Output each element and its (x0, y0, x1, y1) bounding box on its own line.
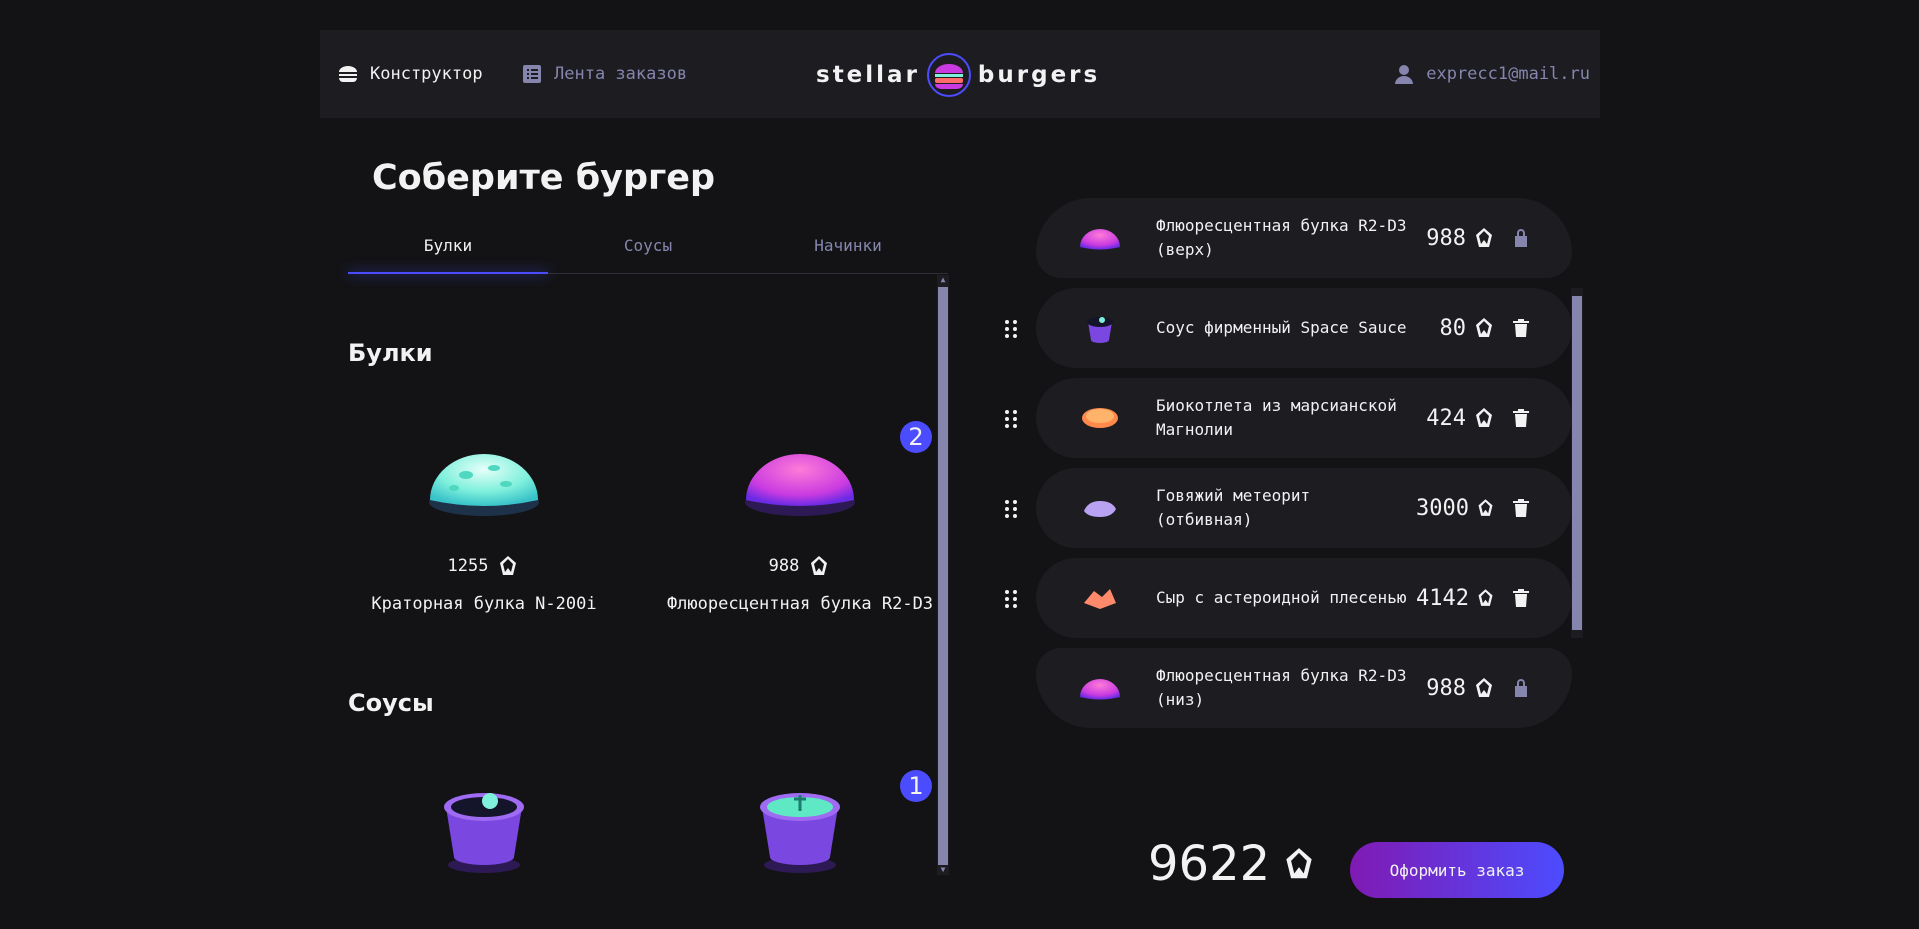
lock-icon (1496, 676, 1546, 700)
logo-text-right: burgers (977, 62, 1101, 88)
trash-icon[interactable] (1496, 316, 1546, 340)
constructor-top-bun[interactable]: Флюоресцентная булка R2-D3 (верх) 988 (1036, 198, 1572, 278)
total-price: 9622 (1148, 836, 1271, 892)
nav-order-feed[interactable]: Лента заказов (520, 30, 687, 118)
ingredients-scrollbar[interactable]: ▲ ▼ (937, 275, 949, 875)
ingredient-card[interactable] (664, 765, 936, 875)
scroll-up-icon[interactable]: ▲ (939, 276, 947, 284)
ingredient-counter: 2 (900, 421, 932, 453)
constructor-bottom-bun[interactable]: Флюоресцентная булка R2-D3 (низ) 988 (1036, 648, 1572, 728)
ingredient-thumb (1060, 673, 1140, 703)
currency-icon (1472, 406, 1496, 430)
constructor-filling-item[interactable]: Сыр с астероидной плесенью 4142 (1036, 558, 1572, 638)
burger-icon (339, 66, 357, 82)
constructor-item-name: Сыр с астероидной плесенью (1156, 588, 1407, 607)
ingredient-image (664, 765, 936, 875)
constructor-scrollbar[interactable] (1571, 288, 1583, 638)
ingredient-price: 988 (768, 556, 800, 576)
ingredient-name: Краторная булка N-200i (371, 594, 597, 614)
nav-feed-label: Лента заказов (554, 64, 688, 84)
constructor-item-price: 80 (1439, 315, 1467, 341)
logo-text-left: stellar (816, 62, 920, 88)
drag-handle-icon[interactable] (1005, 497, 1021, 521)
constructor-item-price: 3000 (1416, 495, 1469, 521)
ingredient-thumb (1060, 223, 1140, 253)
constructor-item-name: Флюоресцентная булка R2-D3 (низ) (1156, 666, 1407, 709)
ingredient-thumb (1060, 403, 1140, 433)
constructor-item-price: 424 (1426, 405, 1466, 431)
ingredient-card[interactable]: 988 Флюоресцентная булка R2-D3 (664, 420, 936, 614)
ingredient-tabs: Булки Соусы Начинки (348, 224, 948, 274)
page-title: Соберите бургер (372, 158, 716, 198)
nav-constructor[interactable]: Конструктор (336, 30, 483, 118)
ingredient-image (348, 420, 620, 540)
constructor-item-price: 4142 (1416, 585, 1469, 611)
scrollbar-thumb[interactable] (1572, 296, 1582, 630)
ingredient-card[interactable] (348, 765, 620, 875)
tab-fillings[interactable]: Начинки (748, 224, 948, 273)
trash-icon[interactable] (1496, 586, 1546, 610)
ingredient-image (348, 765, 620, 875)
lock-icon (1496, 226, 1546, 250)
logo-burger-icon (926, 53, 971, 97)
trash-icon[interactable] (1496, 496, 1546, 520)
ingredient-image (664, 420, 936, 540)
scrollbar-thumb[interactable] (938, 287, 948, 865)
ingredient-name: Флюоресцентная булка R2-D3 (666, 594, 934, 614)
currency-icon (496, 554, 520, 578)
section-title-buns: Булки (348, 339, 433, 367)
ingredient-counter: 1 (900, 770, 932, 802)
currency-icon (1472, 676, 1496, 700)
currency-icon (1475, 496, 1496, 520)
drag-handle-icon[interactable] (1005, 317, 1021, 341)
ingredient-thumb (1060, 583, 1140, 613)
constructor-item-price: 988 (1426, 675, 1466, 701)
currency-icon (807, 554, 831, 578)
section-title-sauces: Соусы (348, 689, 434, 717)
nav-constructor-label: Конструктор (370, 64, 483, 84)
user-icon (1395, 65, 1414, 84)
constructor-item-name: Флюоресцентная булка R2-D3 (верх) (1156, 216, 1407, 259)
currency-icon (1472, 226, 1496, 250)
ingredient-thumb (1060, 308, 1140, 348)
ingredient-price: 1255 (447, 556, 489, 576)
nav-profile[interactable]: exprecc1@mail.ru (1392, 30, 1590, 118)
scroll-down-icon[interactable]: ▼ (939, 866, 947, 874)
constructor-filling-item[interactable]: Биокотлета из марсианской Магнолии 424 (1036, 378, 1572, 458)
ingredient-thumb (1060, 493, 1140, 523)
constructor-item-name: Говяжий метеорит (отбивная) (1156, 486, 1311, 529)
nav-profile-label: exprecc1@mail.ru (1426, 64, 1590, 84)
currency-icon (1472, 316, 1496, 340)
place-order-button[interactable]: Оформить заказ (1350, 842, 1564, 898)
constructor-filling-item[interactable]: Говяжий метеорит (отбивная) 3000 (1036, 468, 1572, 548)
currency-icon (1475, 586, 1496, 610)
app-header: Конструктор Лента заказов stellar burger… (320, 30, 1600, 118)
list-icon (523, 65, 541, 83)
constructor-item-name: Соус фирменный Space Sauce (1156, 318, 1407, 337)
constructor-item-price: 988 (1426, 225, 1466, 251)
drag-handle-icon[interactable] (1005, 407, 1021, 431)
constructor-filling-item[interactable]: Соус фирменный Space Sauce 80 (1036, 288, 1572, 368)
ingredients-list: Булки 1255 Краторная булка N-200i 988 Фл… (348, 275, 936, 875)
order-total: 9622 (1148, 836, 1318, 892)
tab-sauces[interactable]: Соусы (548, 224, 748, 273)
constructor-item-name: Биокотлета из марсианской Магнолии (1156, 396, 1397, 439)
tab-buns[interactable]: Булки (348, 224, 548, 274)
ingredient-card[interactable]: 1255 Краторная булка N-200i (348, 420, 620, 614)
drag-handle-icon[interactable] (1005, 587, 1021, 611)
trash-icon[interactable] (1496, 406, 1546, 430)
currency-icon (1280, 845, 1318, 883)
logo[interactable]: stellar burgers (816, 52, 1108, 98)
